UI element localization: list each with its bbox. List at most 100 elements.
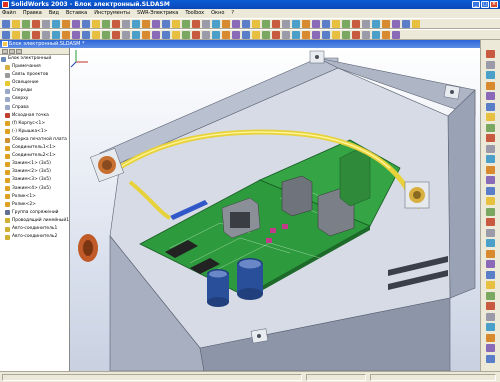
standard-toolbar-button-icon[interactable] (42, 20, 50, 28)
menu-item[interactable]: Вид (49, 9, 59, 18)
view-toolbar-button-icon[interactable] (362, 31, 370, 39)
view-toolbar-button-icon[interactable] (182, 31, 190, 39)
view-toolbar-button-icon[interactable] (162, 31, 170, 39)
standard-toolbar-button-icon[interactable] (362, 20, 370, 28)
standard-toolbar-button-icon[interactable] (282, 20, 290, 28)
standard-toolbar-button-icon[interactable] (152, 20, 160, 28)
view-toolbar-button-icon[interactable] (2, 31, 10, 39)
view-toolbar-button-icon[interactable] (132, 31, 140, 39)
task-toolbar-button-icon[interactable] (486, 260, 495, 268)
tree-item[interactable]: Исходная точка (0, 112, 69, 120)
tree-item[interactable]: (f) Корпус<1> (0, 120, 69, 128)
menu-item[interactable]: Файл (2, 9, 16, 18)
tree-item[interactable]: Справа (0, 104, 69, 112)
document-title-bar[interactable]: Блок электронный.SLDASM * (0, 40, 480, 48)
menu-item[interactable]: Окно (211, 9, 224, 18)
view-toolbar-button-icon[interactable] (92, 31, 100, 39)
view-toolbar-button-icon[interactable] (292, 31, 300, 39)
tree-item[interactable]: Группа сопряжений (0, 209, 69, 217)
task-toolbar-button-icon[interactable] (486, 186, 495, 195)
view-toolbar-button-icon[interactable] (142, 31, 150, 39)
standard-toolbar-button-icon[interactable] (202, 20, 210, 28)
task-toolbar-button-icon[interactable] (486, 123, 495, 132)
task-toolbar-button-icon[interactable] (486, 239, 495, 247)
task-toolbar-button-icon[interactable] (486, 134, 495, 142)
standard-toolbar-button-icon[interactable] (22, 20, 30, 28)
standard-toolbar-button-icon[interactable] (292, 20, 300, 28)
view-toolbar-button-icon[interactable] (102, 31, 110, 39)
view-toolbar-button-icon[interactable] (202, 31, 210, 39)
view-toolbar-button-icon[interactable] (212, 31, 220, 39)
tree-item[interactable]: Ролик<2> (0, 201, 69, 209)
view-toolbar-button-icon[interactable] (382, 31, 390, 39)
task-toolbar-button-icon[interactable] (486, 102, 495, 111)
graphics-viewport[interactable] (70, 48, 480, 371)
tree-item[interactable]: Ролик<1> (0, 193, 69, 201)
task-toolbar-button-icon[interactable] (486, 207, 495, 216)
standard-toolbar-button-icon[interactable] (32, 20, 40, 28)
view-toolbar-button-icon[interactable] (192, 31, 200, 39)
menu-item[interactable]: ? (231, 9, 234, 18)
tab-configuration-manager[interactable] (16, 49, 22, 54)
standard-toolbar-button-icon[interactable] (402, 20, 410, 28)
view-toolbar-button-icon[interactable] (322, 31, 330, 39)
standard-toolbar-button-icon[interactable] (242, 20, 250, 28)
view-toolbar-button-icon[interactable] (32, 31, 40, 39)
view-toolbar-button-icon[interactable] (82, 31, 90, 39)
view-toolbar-button-icon[interactable] (62, 31, 70, 39)
menu-item[interactable]: Инструменты (94, 9, 130, 18)
tab-property-manager[interactable] (9, 49, 15, 54)
task-toolbar-button-icon[interactable] (486, 312, 495, 321)
standard-toolbar-button-icon[interactable] (272, 20, 280, 28)
task-toolbar-button-icon[interactable] (486, 197, 495, 205)
tree-item[interactable]: Проводящий линейный1 (0, 217, 69, 225)
tree-item[interactable]: Примечания (0, 63, 69, 71)
standard-toolbar-button-icon[interactable] (92, 20, 100, 28)
standard-toolbar-button-icon[interactable] (222, 20, 230, 28)
task-toolbar-button-icon[interactable] (486, 92, 495, 100)
standard-toolbar-button-icon[interactable] (52, 20, 60, 28)
view-toolbar-button-icon[interactable] (282, 31, 290, 39)
standard-toolbar-button-icon[interactable] (262, 20, 270, 28)
task-toolbar-button-icon[interactable] (486, 50, 495, 58)
standard-toolbar-button-icon[interactable] (312, 20, 320, 28)
task-toolbar-button-icon[interactable] (486, 291, 495, 300)
task-toolbar-button-icon[interactable] (486, 113, 495, 121)
view-toolbar-button-icon[interactable] (392, 31, 400, 39)
view-toolbar-button-icon[interactable] (152, 31, 160, 39)
task-toolbar-button-icon[interactable] (486, 249, 495, 258)
view-toolbar-button-icon[interactable] (232, 31, 240, 39)
view-toolbar-button-icon[interactable] (222, 31, 230, 39)
tree-item[interactable]: Зажим<1> (3x5) (0, 160, 69, 168)
tree-item[interactable]: Блок электронный (0, 55, 69, 63)
view-toolbar-button-icon[interactable] (242, 31, 250, 39)
menu-item[interactable]: Toolbox (185, 9, 204, 18)
standard-toolbar-button-icon[interactable] (172, 20, 180, 28)
task-toolbar-button-icon[interactable] (486, 333, 495, 342)
tree-item[interactable]: Спереди (0, 87, 69, 95)
task-toolbar-button-icon[interactable] (486, 60, 495, 69)
tab-feature-manager[interactable] (2, 49, 8, 54)
task-toolbar-button-icon[interactable] (486, 144, 495, 153)
standard-toolbar-button-icon[interactable] (212, 20, 220, 28)
tree-item[interactable]: Авто-соединитель2 (0, 233, 69, 241)
task-toolbar-button-icon[interactable] (486, 228, 495, 237)
menu-item[interactable]: Правка (23, 9, 42, 18)
task-toolbar-button-icon[interactable] (486, 71, 495, 79)
standard-toolbar-button-icon[interactable] (302, 20, 310, 28)
standard-toolbar-button-icon[interactable] (132, 20, 140, 28)
tree-item[interactable]: Зажим<2> (3x5) (0, 168, 69, 176)
view-toolbar-button-icon[interactable] (312, 31, 320, 39)
view-toolbar-button-icon[interactable] (272, 31, 280, 39)
standard-toolbar-button-icon[interactable] (232, 20, 240, 28)
task-toolbar-button-icon[interactable] (486, 155, 495, 163)
view-toolbar-button-icon[interactable] (262, 31, 270, 39)
view-toolbar-button-icon[interactable] (332, 31, 340, 39)
standard-toolbar-button-icon[interactable] (322, 20, 330, 28)
standard-toolbar-button-icon[interactable] (332, 20, 340, 28)
view-toolbar-button-icon[interactable] (12, 31, 20, 39)
tree-item[interactable]: Зажим<4> (3x5) (0, 185, 69, 193)
task-toolbar-button-icon[interactable] (486, 344, 495, 352)
close-icon[interactable]: × (490, 1, 498, 8)
task-toolbar-button-icon[interactable] (486, 165, 495, 174)
